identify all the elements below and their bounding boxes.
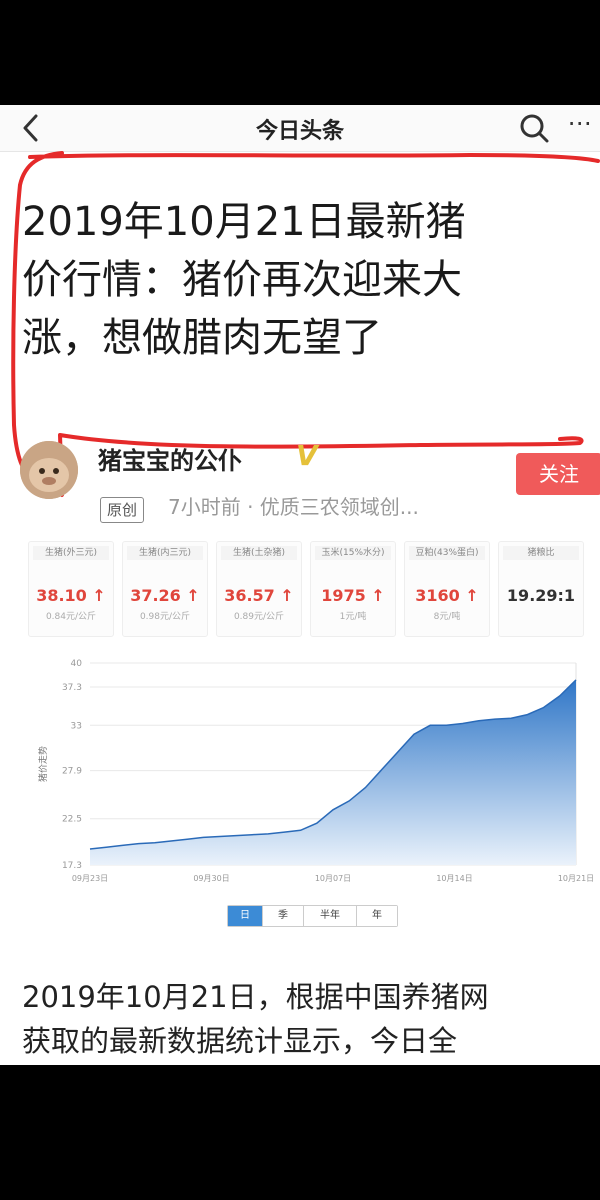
stat-value: 37.26 ↑ [127,586,203,605]
up-arrow-icon: ↑ [371,586,385,605]
article-headline: 2019年10月21日最新猪 价行情：猪价再次迎来大 涨，想做腊肉无望了 [22,193,592,367]
up-arrow-icon: ↑ [92,586,106,605]
stat-unit: 0.89元/公斤 [233,612,285,622]
stat-value: 1975 ↑ [315,586,391,605]
stat-number: 37.26 [130,586,181,605]
more-icon[interactable]: ⋯ [566,109,594,143]
y-axis-label: 猪价走势 [37,746,49,782]
stat-unit: 1元/吨 [339,612,367,622]
stat-label: 生猪(内三元) [127,546,203,560]
follow-button[interactable]: 关注 [516,453,600,495]
stat-unit: 8元/吨 [433,612,461,622]
verified-badge: V [296,439,318,472]
body-line: 2019年10月21日，根据中国养猪网 [22,980,489,1014]
search-icon [520,114,549,143]
stat-label: 猪粮比 [503,546,579,560]
y-tick-label: 22.5 [62,815,82,825]
stat-card: 生猪(内三元) 37.26 ↑ 0.98元/公斤 [122,541,208,637]
range-button-quarter[interactable]: 季 [263,906,304,926]
range-button-year[interactable]: 年 [357,906,397,926]
headline-line: 涨，想做腊肉无望了 [22,315,382,361]
y-tick-label: 27.9 [62,767,82,777]
series-area [90,679,576,865]
y-tick-label: 33 [71,721,82,731]
stat-number: 3160 [415,586,460,605]
stat-number: 36.57 [224,586,275,605]
up-arrow-icon: ↑ [186,586,200,605]
stat-card: 玉米(15%水分) 1975 ↑ 1元/吨 [310,541,396,637]
x-tick-label: 09月23日 [72,874,108,883]
x-tick-label: 09月30日 [193,874,229,883]
stat-value: 38.10 ↑ [33,586,109,605]
app-header: 今日头条 ⋯ [0,105,600,152]
article-meta: 7小时前 · 优质三农领域创... [168,495,419,519]
stat-value: 19.29:1 [503,586,579,605]
stat-number: 1975 [321,586,366,605]
y-tick-label: 37.3 [62,683,82,693]
stat-card: 生猪(外三元) 38.10 ↑ 0.84元/公斤 [28,541,114,637]
author-name[interactable]: 猪宝宝的公仆 [98,441,242,476]
stat-card: 猪粮比 19.29:1 [498,541,584,637]
range-button-day[interactable]: 日 [228,906,263,926]
y-tick-label: 40 [71,659,83,669]
x-tick-label: 10月14日 [436,874,472,883]
range-button-half-year[interactable]: 半年 [304,906,357,926]
search-button[interactable] [516,111,552,145]
stat-card: 豆粕(43%蛋白) 3160 ↑ 8元/吨 [404,541,490,637]
stat-label: 豆粕(43%蛋白) [409,546,485,560]
body-line: 获取的最新数据统计显示，今日全 [22,1024,458,1058]
price-stats: 生猪(外三元) 38.10 ↑ 0.84元/公斤 生猪(内三元) 37.26 ↑… [28,541,600,637]
up-arrow-icon: ↑ [465,586,479,605]
original-tag: 原创 [100,497,145,523]
headline-line: 2019年10月21日最新猪 [22,199,466,245]
x-tick-label: 10月07日 [315,874,351,883]
stat-label: 生猪(土杂猪) [221,546,297,560]
stat-number: 38.10 [36,586,87,605]
y-tick-label: 17.3 [62,861,82,871]
article-screen: 今日头条 ⋯ 2019年10月21日最新猪 价行情：猪价再次迎来大 涨，想做腊肉… [0,105,600,1065]
stat-unit: 0.84元/公斤 [45,612,97,622]
headline-line: 价行情：猪价再次迎来大 [22,257,462,303]
author-avatar[interactable] [20,441,78,499]
stat-value: 3160 ↑ [409,586,485,605]
stat-card: 生猪(土杂猪) 36.57 ↑ 0.89元/公斤 [216,541,302,637]
app-title: 今日头条 [255,119,344,144]
up-arrow-icon: ↑ [280,586,294,605]
x-tick-label: 10月21日 [558,874,594,883]
stat-number: 19.29:1 [506,586,576,605]
article-body: 2019年10月21日，根据中国养猪网 获取的最新数据统计显示，今日全 [22,975,600,1063]
stat-label: 生猪(外三元) [33,546,109,560]
avatar-image [20,441,78,499]
stat-unit: 0.98元/公斤 [139,612,191,622]
stat-label: 玉米(15%水分) [315,546,391,560]
price-chart: 17.3 22.5 27.9 33 37.3 40 猪价走势 09月23日 09月30日 10月0… [37,659,594,883]
range-selector: 日 季 半年 年 [227,905,398,927]
stat-value: 36.57 ↑ [221,586,297,605]
